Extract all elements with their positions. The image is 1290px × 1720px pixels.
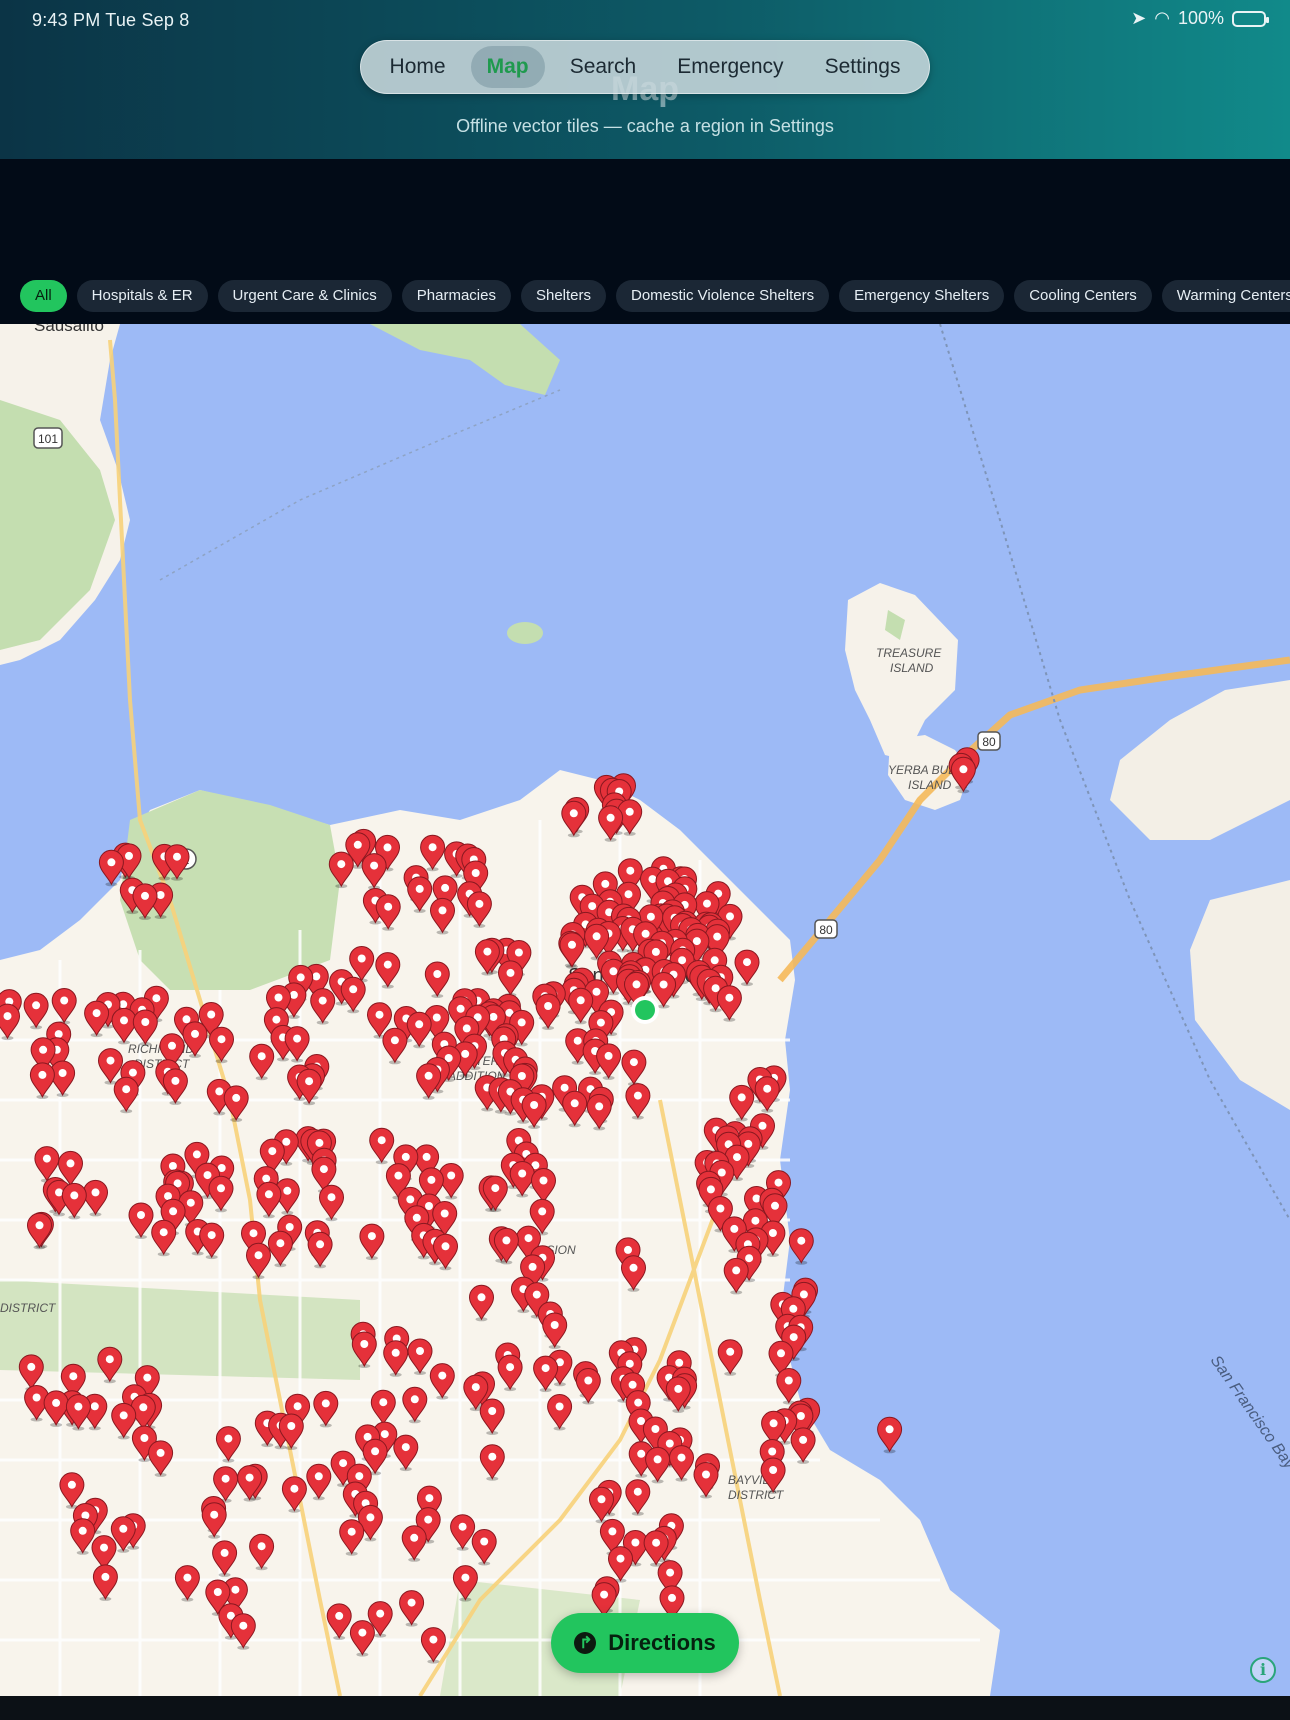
filter-chip-urgent-care[interactable]: Urgent Care & Clinics <box>217 280 392 312</box>
label-treasure-island: TREASURE <box>876 646 942 660</box>
label-sausalito: Sausalito <box>34 324 104 335</box>
filter-chip-cooling-centers[interactable]: Cooling Centers <box>1014 280 1152 312</box>
user-location-dot <box>631 996 659 1024</box>
battery-percent: 100% <box>1177 8 1224 28</box>
label-treasure-island-2: ISLAND <box>890 661 934 675</box>
directions-button[interactable]: Directions <box>551 1613 739 1673</box>
filter-chip-emergency-shelters[interactable]: Emergency Shelters <box>839 280 1005 312</box>
tab-settings[interactable]: Settings <box>809 46 917 88</box>
alcatraz <box>507 622 543 644</box>
filter-chip-pharmacies[interactable]: Pharmacies <box>401 280 511 312</box>
tab-emergency[interactable]: Emergency <box>661 46 799 88</box>
page-subtitle: Offline vector tiles — cache a region in… <box>456 116 834 136</box>
tab-home[interactable]: Home <box>374 46 462 88</box>
label-yerba-buena-2: ISLAND <box>908 778 952 792</box>
location-arrow-icon: ➤ <box>1131 8 1147 28</box>
map-canvas[interactable]: 101 1 80 80 Sausalito TREASURE ISLAND YE… <box>0 324 1290 1696</box>
label-bayview-2: DISTRICT <box>728 1488 785 1502</box>
filter-chip-warming-centers[interactable]: Warming Centers <box>1161 280 1290 312</box>
highway-shield-80: 80 <box>977 731 1001 751</box>
bottom-bar <box>0 1696 1290 1720</box>
highway-shield-80-b: 80 <box>814 919 838 939</box>
svg-text:80: 80 <box>819 923 833 937</box>
category-filter-row: All Hospitals & ER Urgent Care & Clinics… <box>20 280 1290 312</box>
map-info-button[interactable]: i <box>1250 1657 1276 1683</box>
filter-chip-dv-shelters[interactable]: Domestic Violence Shelters <box>616 280 830 312</box>
wifi-icon: ◠ <box>1154 8 1170 28</box>
filter-chip-shelters[interactable]: Shelters <box>520 280 606 312</box>
status-indicators: ➤ ◠ 100% <box>1131 8 1269 29</box>
top-nav-tabs: Home Map Search Emergency Settings <box>360 40 930 94</box>
label-sunset: DISTRICT <box>0 1301 57 1315</box>
svg-text:80: 80 <box>982 735 996 749</box>
svg-text:101: 101 <box>38 432 58 446</box>
tab-search[interactable]: Search <box>554 46 653 88</box>
map-view[interactable]: 101 1 80 80 Sausalito TREASURE ISLAND YE… <box>0 324 1290 1696</box>
tab-map[interactable]: Map <box>470 46 545 88</box>
filter-chip-all[interactable]: All <box>20 280 67 312</box>
filter-chip-hospitals[interactable]: Hospitals & ER <box>76 280 208 312</box>
status-time: 9:43 PM Tue Sep 8 <box>32 10 190 30</box>
highway-shield-101: 101 <box>33 427 63 449</box>
battery-icon <box>1232 10 1269 27</box>
directions-label: Directions <box>608 1630 716 1655</box>
directions-icon <box>574 1632 597 1654</box>
header-bar: 9:43 PM Tue Sep 8 ➤ ◠ 100% Map Offline v… <box>0 0 1290 159</box>
